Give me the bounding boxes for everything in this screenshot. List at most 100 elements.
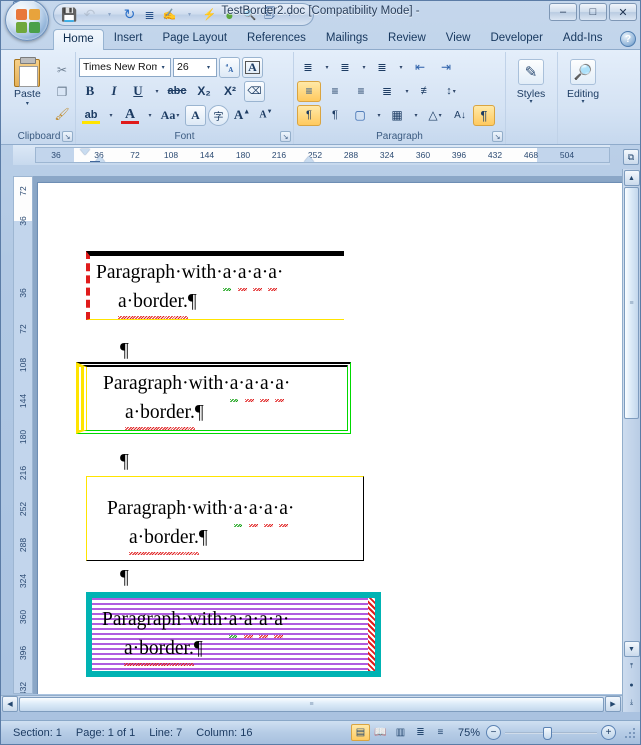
status-section[interactable]: Section: 1 bbox=[13, 727, 62, 739]
highlight-dropdown[interactable]: ▾ bbox=[105, 105, 116, 126]
paragraph-3[interactable]: Paragraph·with·a·a·a·a· a·border.¶ bbox=[86, 476, 364, 562]
italic-button[interactable]: I bbox=[103, 81, 125, 102]
brush-dropdown-icon[interactable]: ▾ bbox=[180, 5, 199, 24]
zoom-slider-thumb[interactable] bbox=[543, 726, 553, 740]
tab-developer[interactable]: Developer bbox=[480, 28, 552, 49]
maximize-button[interactable]: □ bbox=[579, 3, 607, 21]
bullets-button[interactable]: ≣ bbox=[297, 57, 319, 78]
increase-indent-button[interactable]: ⇥ bbox=[434, 57, 458, 78]
paragraph-1[interactable]: Paragraph·with·a·a·a·a· a·border.¶ bbox=[86, 251, 344, 321]
right-indent-marker[interactable] bbox=[304, 156, 314, 162]
paste-button[interactable]: Paste ▾ bbox=[5, 56, 49, 108]
tab-add-ins[interactable]: Add-Ins bbox=[553, 28, 613, 49]
list-icon[interactable]: ≣ bbox=[140, 5, 159, 24]
distributed-button[interactable]: ≢ bbox=[414, 81, 438, 102]
line-spacing-button[interactable]: ↕ ▾ bbox=[440, 81, 462, 102]
format-painter-button[interactable]: 🖌 bbox=[51, 103, 72, 124]
scroll-left-button[interactable]: ◀ bbox=[2, 696, 18, 712]
paragraph-4[interactable]: Paragraph·with·a·a·a·a· a·border.¶ bbox=[86, 592, 381, 678]
editing-caret-icon[interactable]: ▾ bbox=[581, 99, 584, 105]
tab-mailings[interactable]: Mailings bbox=[316, 28, 378, 49]
status-column[interactable]: Column: 16 bbox=[196, 727, 252, 739]
borders-dropdown[interactable]: ▾ bbox=[410, 105, 421, 126]
status-page[interactable]: Page: 1 of 1 bbox=[76, 727, 135, 739]
left-indent-marker[interactable] bbox=[90, 161, 100, 162]
font-size-dropdown-icon[interactable]: ▾ bbox=[202, 59, 215, 76]
document-area[interactable]: Paragraph·with·a·a·a·a· a·border.¶ ¶ Par… bbox=[33, 176, 622, 694]
superscript-button[interactable]: X² bbox=[218, 81, 242, 102]
sort-button[interactable]: A↓ bbox=[449, 105, 471, 126]
undo-icon[interactable]: ↶ bbox=[80, 5, 99, 24]
bullets-dropdown[interactable]: ▾ bbox=[321, 57, 332, 78]
grow-font-button[interactable]: A▲ bbox=[231, 105, 253, 126]
character-border-button[interactable]: A bbox=[242, 56, 263, 78]
scroll-right-button[interactable]: ▶ bbox=[605, 696, 621, 712]
view-outline[interactable]: ≣ bbox=[411, 724, 430, 741]
numbering-dropdown[interactable]: ▾ bbox=[358, 57, 369, 78]
tab-view[interactable]: View bbox=[436, 28, 481, 49]
tab-review[interactable]: Review bbox=[378, 28, 436, 49]
vertical-ruler[interactable]: 72 36 36 72 108 144 180 216 252 288 324 … bbox=[13, 176, 33, 694]
text-highlight-button[interactable]: ab bbox=[79, 105, 103, 126]
paragraph-2[interactable]: Paragraph·with·a·a·a·a· a·border.¶ bbox=[76, 362, 351, 435]
tab-references[interactable]: References bbox=[237, 28, 316, 49]
subscript-button[interactable]: X₂ bbox=[192, 81, 216, 102]
view-ruler-button[interactable]: ⧉ bbox=[623, 149, 639, 165]
copy-button[interactable]: ❐ bbox=[51, 81, 72, 102]
editing-button[interactable]: 🔎 Editing ▾ bbox=[561, 54, 605, 144]
zoom-in-button[interactable]: + bbox=[601, 725, 616, 740]
font-color-dropdown[interactable]: ▾ bbox=[144, 105, 155, 126]
horizontal-ruler-track[interactable]: 36 36 72 108 144 180 216 252 288 324 360… bbox=[35, 147, 610, 163]
status-line[interactable]: Line: 7 bbox=[149, 727, 182, 739]
numbering-button[interactable]: ≣ bbox=[334, 57, 356, 78]
align-right-button[interactable]: ≡ bbox=[349, 81, 373, 102]
browse-next-button[interactable]: ⤓ bbox=[624, 695, 640, 711]
minimize-button[interactable]: – bbox=[549, 3, 577, 21]
select-browse-object-button[interactable]: ● bbox=[624, 677, 640, 693]
scroll-down-button[interactable]: ▼ bbox=[623, 641, 640, 657]
shading-dropdown[interactable]: ▾ bbox=[373, 105, 384, 126]
resize-grip-icon[interactable] bbox=[624, 726, 636, 739]
phonetic-guide-button[interactable]: ᵃA bbox=[219, 56, 240, 78]
tab-home[interactable]: Home bbox=[53, 29, 104, 50]
align-left-button[interactable]: ≡ bbox=[297, 80, 321, 102]
styles-caret-icon[interactable]: ▾ bbox=[529, 99, 532, 105]
multilevel-dropdown[interactable]: ▾ bbox=[395, 57, 406, 78]
print-preview-icon[interactable]: 🔍 bbox=[240, 5, 259, 24]
justify-dropdown[interactable]: ▾ bbox=[401, 81, 412, 102]
rtl-text-button[interactable]: ¶ bbox=[323, 105, 347, 126]
scroll-up-button[interactable]: ▲ bbox=[623, 170, 640, 186]
help-icon[interactable]: ? bbox=[620, 31, 636, 47]
cut-button[interactable]: ✂ bbox=[51, 59, 72, 80]
font-name-dropdown-icon[interactable]: ▾ bbox=[157, 59, 169, 76]
shrink-font-button[interactable]: A▼ bbox=[255, 105, 277, 126]
format-painter-brush-icon[interactable]: ✍ bbox=[160, 5, 179, 24]
justify-button[interactable]: ≣ bbox=[375, 81, 399, 102]
view-print-layout[interactable]: ▤ bbox=[350, 724, 370, 741]
font-size-input[interactable]: 26 ▾ bbox=[173, 57, 217, 77]
zoom-level-label[interactable]: 75% bbox=[458, 727, 480, 739]
zoom-out-button[interactable]: − bbox=[486, 725, 501, 740]
shading-button[interactable]: ▢ bbox=[349, 105, 371, 126]
tab-page-layout[interactable]: Page Layout bbox=[152, 28, 237, 49]
vertical-scrollbar[interactable]: ▲ ≡ ▼ ⤒ ● ⤓ bbox=[622, 169, 640, 712]
horizontal-scrollbar[interactable]: ◀ ≡ ▶ bbox=[1, 695, 622, 712]
font-name-input[interactable]: Times New Roma ▾ bbox=[79, 57, 171, 77]
browse-previous-button[interactable]: ⤒ bbox=[624, 659, 640, 675]
font-dialog-launcher[interactable]: ↘ bbox=[280, 131, 291, 142]
change-case-button[interactable]: Aa ▾ bbox=[157, 105, 183, 126]
clipboard-dialog-launcher[interactable]: ↘ bbox=[62, 131, 73, 142]
qat-customize-icon[interactable]: ▾ bbox=[280, 5, 299, 24]
office-button[interactable] bbox=[5, 1, 49, 41]
view-draft[interactable]: ≡ bbox=[431, 724, 450, 741]
paragraph-dialog-launcher[interactable]: ↘ bbox=[492, 131, 503, 142]
text-effects-button[interactable]: A bbox=[185, 104, 206, 126]
bold-button[interactable]: B bbox=[79, 81, 101, 102]
font-color-button[interactable]: A bbox=[118, 105, 142, 126]
paste-caret-icon[interactable]: ▾ bbox=[26, 100, 29, 107]
redo-icon[interactable]: ↻ bbox=[120, 5, 139, 24]
view-web-layout[interactable]: ▥ bbox=[391, 724, 410, 741]
underline-button[interactable]: U bbox=[127, 81, 149, 102]
vertical-scroll-thumb[interactable]: ≡ bbox=[624, 187, 639, 419]
underline-dropdown[interactable]: ▾ bbox=[151, 81, 162, 102]
